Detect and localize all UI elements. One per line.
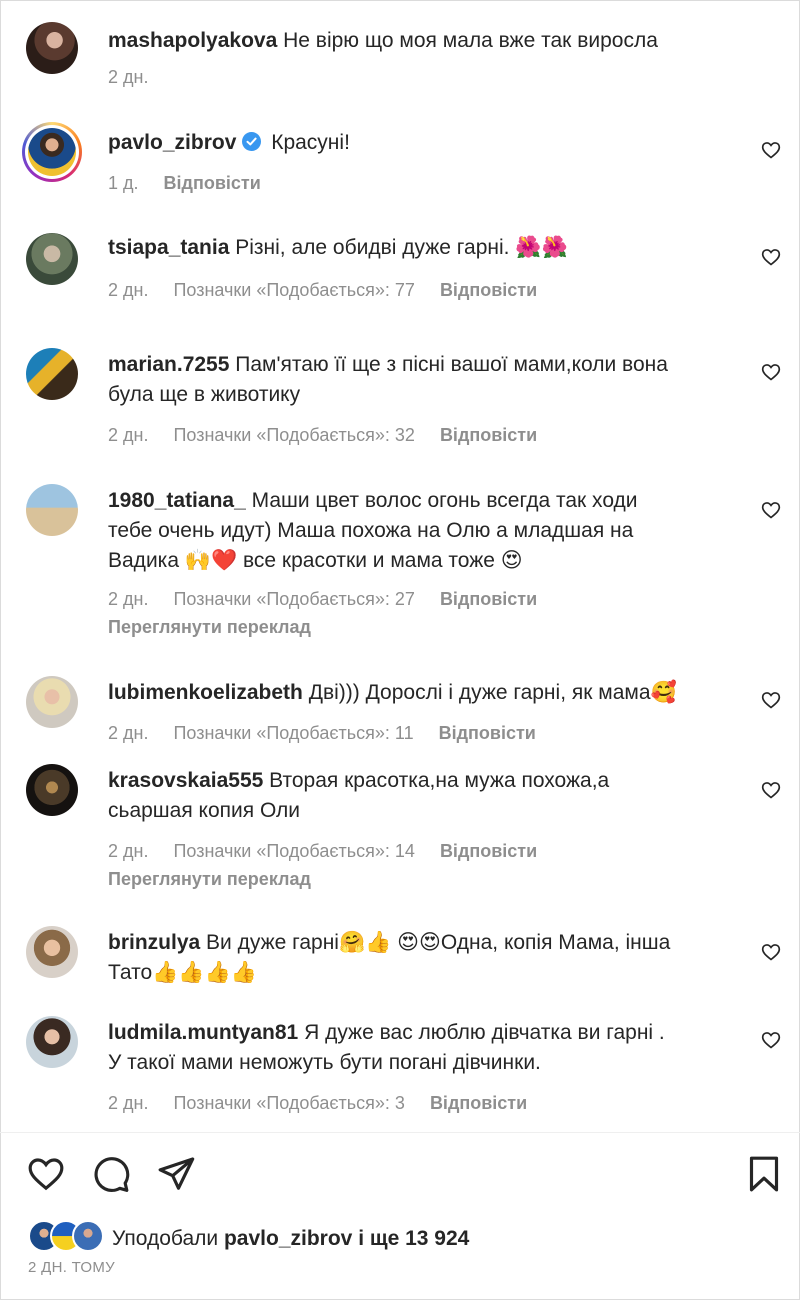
avatar[interactable] xyxy=(26,484,78,536)
reply-button[interactable]: Відповісти xyxy=(440,841,537,861)
comment-text: Вторая красотка,на мужа похожа,а xyxy=(269,769,610,792)
comment-username[interactable]: lubimenkoelizabeth xyxy=(108,681,303,704)
comment-time[interactable]: 2 дн. xyxy=(108,67,148,87)
reply-button[interactable]: Відповісти xyxy=(440,425,537,445)
comment-text: Я дуже вас люблю дівчатка ви гарні . xyxy=(304,1021,665,1044)
likes-count[interactable]: Позначки «Подобається»: 11 xyxy=(173,723,413,743)
likes-prefix: Уподобали xyxy=(112,1227,219,1250)
comments-list: mashapolyakova Не вірю що моя мала вже т… xyxy=(0,0,800,1132)
comment-text-block: mashapolyakova Не вірю що моя мала вже т… xyxy=(108,26,738,56)
comment-text: Дві))) Дорослі і дуже гарні, як мама🥰 xyxy=(308,681,677,704)
comment-meta: 2 дн. xyxy=(108,66,168,88)
comment-text: тебе очень идут) Маша похожа на Олю а мл… xyxy=(108,519,634,542)
comment-text-block: brinzulya Ви дуже гарні🤗👍 😍😍Одна, копія … xyxy=(108,928,738,988)
verified-badge-icon xyxy=(242,132,262,151)
heart-icon[interactable] xyxy=(761,1030,781,1050)
comment-text: Не вірю що моя мала вже так виросла xyxy=(283,29,658,52)
comment-text: У такої мами неможуть бути погані дівчин… xyxy=(108,1051,541,1074)
comment-meta: 2 дн. Позначки «Подобається»: 32 Відпові… xyxy=(108,424,557,446)
avatar[interactable] xyxy=(26,348,78,400)
comment-time[interactable]: 2 дн. xyxy=(108,723,148,743)
likes-count[interactable]: Позначки «Подобається»: 77 xyxy=(173,280,414,300)
avatar[interactable] xyxy=(26,926,78,978)
comment-text: Маши цвет волос огонь всегда так ходи xyxy=(251,489,638,512)
likes-count[interactable]: і ще 13 924 xyxy=(358,1227,469,1250)
comment-username[interactable]: ludmila.muntyan81 xyxy=(108,1021,298,1044)
comment-meta: 2 дн. Позначки «Подобається»: 27 Відпові… xyxy=(108,588,557,610)
reply-button[interactable]: Відповісти xyxy=(430,1093,527,1113)
heart-icon[interactable] xyxy=(761,140,781,160)
comment-time[interactable]: 1 д. xyxy=(108,173,139,193)
comment-text-block: krasovskaia555 Вторая красотка,на мужа п… xyxy=(108,766,738,826)
comment-time[interactable]: 2 дн. xyxy=(108,841,148,861)
comment-meta: 2 дн. Позначки «Подобається»: 11 Відпові… xyxy=(108,722,556,744)
comment-text-block: lubimenkoelizabeth Дві))) Дорослі і дуже… xyxy=(108,678,738,708)
post-actions-bar xyxy=(0,1150,800,1200)
comment-username[interactable]: brinzulya xyxy=(108,931,200,954)
comment-text: Ви дуже гарні🤗👍 😍😍Одна, копія Мама, інша xyxy=(206,931,671,954)
bookmark-icon[interactable] xyxy=(744,1154,784,1194)
heart-icon[interactable] xyxy=(761,500,781,520)
comment-text-block: ludmila.muntyan81 Я дуже вас люблю дівча… xyxy=(108,1018,738,1078)
comment-time[interactable]: 2 дн. xyxy=(108,589,148,609)
likes-username[interactable]: pavlo_zibrov xyxy=(224,1227,352,1250)
comment-text: була ще в животику xyxy=(108,383,301,406)
likes-count[interactable]: Позначки «Подобається»: 32 xyxy=(173,425,414,445)
comment-meta: 1 д. Відповісти xyxy=(108,172,281,194)
comment-text: Пам'ятаю її ще з пісні вашої мами,коли в… xyxy=(235,353,668,376)
comment-time[interactable]: 2 дн. xyxy=(108,280,148,300)
comment-text: Різні, але обидві дуже гарні. 🌺🌺 xyxy=(235,236,568,259)
likes-count[interactable]: Позначки «Подобається»: 3 xyxy=(173,1093,404,1113)
heart-icon[interactable] xyxy=(761,362,781,382)
avatar[interactable] xyxy=(26,676,78,728)
likes-count[interactable]: Позначки «Подобається»: 27 xyxy=(173,589,414,609)
avatar[interactable] xyxy=(26,1016,78,1068)
comment-text: Вадика 🙌❤️ все красотки и мама тоже 😍 xyxy=(108,549,523,572)
comment-text-block: 1980_tatiana_ Маши цвет волос огонь всег… xyxy=(108,486,738,576)
comment-text-block: tsiapa_tania Різні, але обидві дуже гарн… xyxy=(108,233,738,263)
reply-button[interactable]: Відповісти xyxy=(440,589,537,609)
comment-meta: 2 дн. Позначки «Подобається»: 3 Відповіс… xyxy=(108,1092,547,1114)
comment-text: Красуні! xyxy=(271,131,350,154)
reply-button[interactable]: Відповісти xyxy=(164,173,261,193)
avatar xyxy=(28,128,76,176)
avatar xyxy=(72,1220,104,1252)
comment-username[interactable]: marian.7255 xyxy=(108,353,229,376)
comment-username[interactable]: krasovskaia555 xyxy=(108,769,263,792)
heart-icon[interactable] xyxy=(761,690,781,710)
comment-meta: 2 дн. Позначки «Подобається»: 77 Відпові… xyxy=(108,279,557,301)
see-translation-button[interactable]: Переглянути переклад xyxy=(108,616,311,638)
comment-text-block: pavlo_zibrov Красуні! xyxy=(108,128,738,158)
paper-plane-icon[interactable] xyxy=(156,1154,196,1194)
heart-icon[interactable] xyxy=(761,247,781,267)
likes-summary: Уподобали pavlo_zibrov і ще 13 924 xyxy=(0,1218,800,1258)
avatar[interactable] xyxy=(26,764,78,816)
comment-text: сьаршая копия Оли xyxy=(108,799,301,822)
comment-time[interactable]: 2 дн. xyxy=(108,1093,148,1113)
heart-icon[interactable] xyxy=(26,1154,66,1194)
comment-username[interactable]: pavlo_zibrov xyxy=(108,131,236,154)
reply-button[interactable]: Відповісти xyxy=(439,723,536,743)
comment-username[interactable]: 1980_tatiana_ xyxy=(108,489,246,512)
heart-icon[interactable] xyxy=(761,942,781,962)
avatar[interactable] xyxy=(26,233,78,285)
heart-icon[interactable] xyxy=(761,780,781,800)
comment-username[interactable]: mashapolyakova xyxy=(108,29,277,52)
comment-text-block: marian.7255 Пам'ятаю її ще з пісні вашої… xyxy=(108,350,738,410)
comment-text: Тато👍👍👍👍 xyxy=(108,961,257,984)
story-ring[interactable] xyxy=(22,122,82,182)
liker-avatars[interactable] xyxy=(28,1220,108,1254)
comment-time[interactable]: 2 дн. xyxy=(108,425,148,445)
likes-text[interactable]: Уподобали pavlo_zibrov і ще 13 924 xyxy=(112,1226,469,1252)
comment-meta: 2 дн. Позначки «Подобається»: 14 Відпові… xyxy=(108,840,557,862)
see-translation-button[interactable]: Переглянути переклад xyxy=(108,868,311,890)
section-divider xyxy=(0,1132,800,1133)
reply-button[interactable]: Відповісти xyxy=(440,280,537,300)
comment-icon[interactable] xyxy=(91,1154,131,1194)
likes-count[interactable]: Позначки «Подобається»: 14 xyxy=(173,841,414,861)
avatar[interactable] xyxy=(26,22,78,74)
comment-username[interactable]: tsiapa_tania xyxy=(108,236,229,259)
post-timestamp[interactable]: 2 ДН. ТОМУ xyxy=(28,1259,115,1276)
